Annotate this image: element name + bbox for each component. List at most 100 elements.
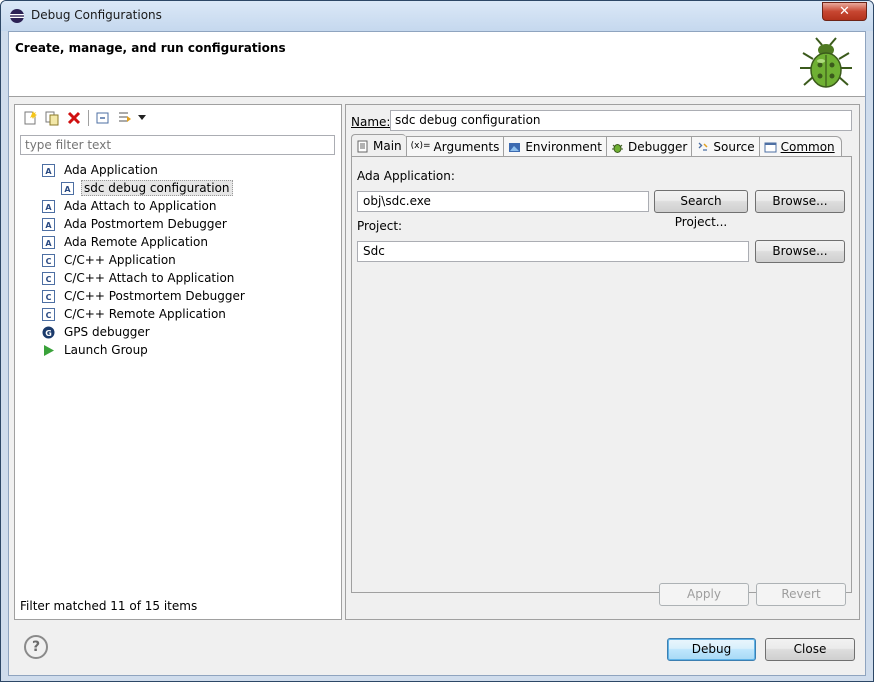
duplicate-icon [45,111,59,126]
tab-arguments-label: Arguments [433,140,500,154]
configuration-tree: A Ada Application Asdc debug configuration… [15,161,341,359]
ada-application-field[interactable]: obj\sdc.exe [357,191,649,212]
browse-project-button[interactable]: Browse... [755,240,845,263]
new-file-icon [24,111,37,125]
dialog-window: Debug Configurations ✕ Create, manage, a… [0,0,874,682]
eclipse-icon [10,9,24,23]
environment-icon [509,142,521,152]
svg-text:A: A [45,239,52,248]
source-icon [698,142,708,151]
new-configuration-button[interactable] [19,108,41,128]
tree-item[interactable]: A Ada Postmortem Debugger [15,215,341,233]
gps-icon: G [42,326,55,338]
tree-item-label: Launch Group [64,343,148,357]
tab-debugger[interactable]: Debugger [605,136,692,157]
svg-text:C: C [46,311,52,320]
project-field[interactable]: Sdc [357,241,749,262]
svg-text:A: A [45,221,52,230]
c-icon: C [42,271,55,285]
collapse-all-icon [96,112,109,124]
tree-item-label: Ada Remote Application [64,235,208,249]
browse-application-button[interactable]: Browse... [755,190,845,213]
delete-configuration-button[interactable] [63,108,85,128]
left-toolbar [19,108,148,128]
tree-item[interactable]: A Ada Remote Application [15,233,341,251]
tree-item[interactable]: C C/C++ Postmortem Debugger [15,287,341,305]
tab-environment-label: Environment [525,140,602,154]
tree-item[interactable]: C C/C++ Remote Application [15,305,341,323]
ada-icon: A [42,199,55,213]
main-tab-content: Ada Application: obj\sdc.exe Search Proj… [351,156,852,593]
tree-item-label: C/C++ Attach to Application [64,271,235,285]
c-icon: C [42,289,55,303]
revert-button[interactable]: Revert [756,583,846,606]
tree-item-label: C/C++ Postmortem Debugger [64,289,245,303]
configuration-editor-panel: Name: sdc debug configuration Main (x)= … [345,104,860,620]
tree-item-label: C/C++ Remote Application [64,307,226,321]
tab-main[interactable]: Main [351,134,406,157]
name-field[interactable]: sdc debug configuration [390,110,852,131]
name-label: Name: [351,115,391,129]
tree-item-label: Ada Application [64,163,158,177]
window-close-button[interactable]: ✕ [822,2,867,21]
duplicate-configuration-button[interactable] [41,108,63,128]
arguments-icon: (x)= [410,140,431,151]
tree-item-label: Ada Attach to Application [64,199,217,213]
ada-icon: A [42,163,55,177]
svg-text:C: C [46,275,52,284]
c-icon: C [42,307,55,321]
debugger-icon [611,143,623,153]
banner: Create, manage, and run configurations [9,32,865,97]
c-icon: C [42,253,55,267]
filter-input[interactable] [20,135,335,155]
tree-item[interactable]: A Ada Attach to Application [15,197,341,215]
tab-debugger-label: Debugger [627,140,688,154]
chevron-down-icon [138,115,146,120]
window-title: Debug Configurations [31,8,162,22]
banner-title: Create, manage, and run configurations [15,41,286,55]
tree-item[interactable]: G GPS debugger [15,323,341,341]
tab-environment[interactable]: Environment [503,136,606,157]
debug-button[interactable]: Debug [667,638,756,661]
svg-text:C: C [46,293,52,302]
svg-text:C: C [46,257,52,266]
view-menu-dropdown[interactable] [136,108,148,128]
launch-icon [44,344,54,356]
tab-bar: Main (x)= Arguments Environment Debugger… [351,134,842,157]
tree-item[interactable]: C C/C++ Attach to Application [15,269,341,287]
tree-item-label: GPS debugger [64,325,150,339]
ada-icon: A [42,217,55,231]
configuration-list-panel: A Ada Application Asdc debug configuration… [14,104,342,620]
filter-icon [119,112,131,122]
filter-status: Filter matched 11 of 15 items [20,599,198,613]
tree-item[interactable]: A Ada Application [15,161,341,179]
tree-item-label: Ada Postmortem Debugger [64,217,227,231]
collapse-all-button[interactable] [92,108,114,128]
main-tab-icon [357,140,368,152]
tree-item-label: C/C++ Application [64,253,176,267]
tab-main-label: Main [373,139,402,153]
svg-text:G: G [45,329,52,338]
title-bar: Debug Configurations ✕ [1,1,873,31]
tab-source[interactable]: Source [691,136,759,157]
tab-common[interactable]: Common [758,136,842,157]
tree-item[interactable]: C C/C++ Application [15,251,341,269]
common-icon [764,142,777,152]
tab-arguments[interactable]: (x)= Arguments [405,136,504,157]
svg-text:A: A [45,167,52,176]
bug-icon [800,37,852,88]
tree-item-label: sdc debug configuration [81,180,233,196]
svg-text:A: A [45,203,52,212]
apply-button[interactable]: Apply [659,583,749,606]
ada-application-label: Ada Application: [357,169,455,183]
search-project-button[interactable]: Search Project... [654,190,748,229]
help-icon[interactable]: ? [24,635,48,659]
project-label: Project: [357,219,403,233]
tree-item[interactable]: Asdc debug configuration [15,179,341,197]
toolbar-separator [88,110,89,126]
close-button[interactable]: Close [765,638,855,661]
ada-icon: A [61,181,74,195]
tree-item[interactable]: Launch Group [15,341,341,359]
filter-button[interactable] [114,108,136,128]
svg-text:A: A [64,185,71,194]
